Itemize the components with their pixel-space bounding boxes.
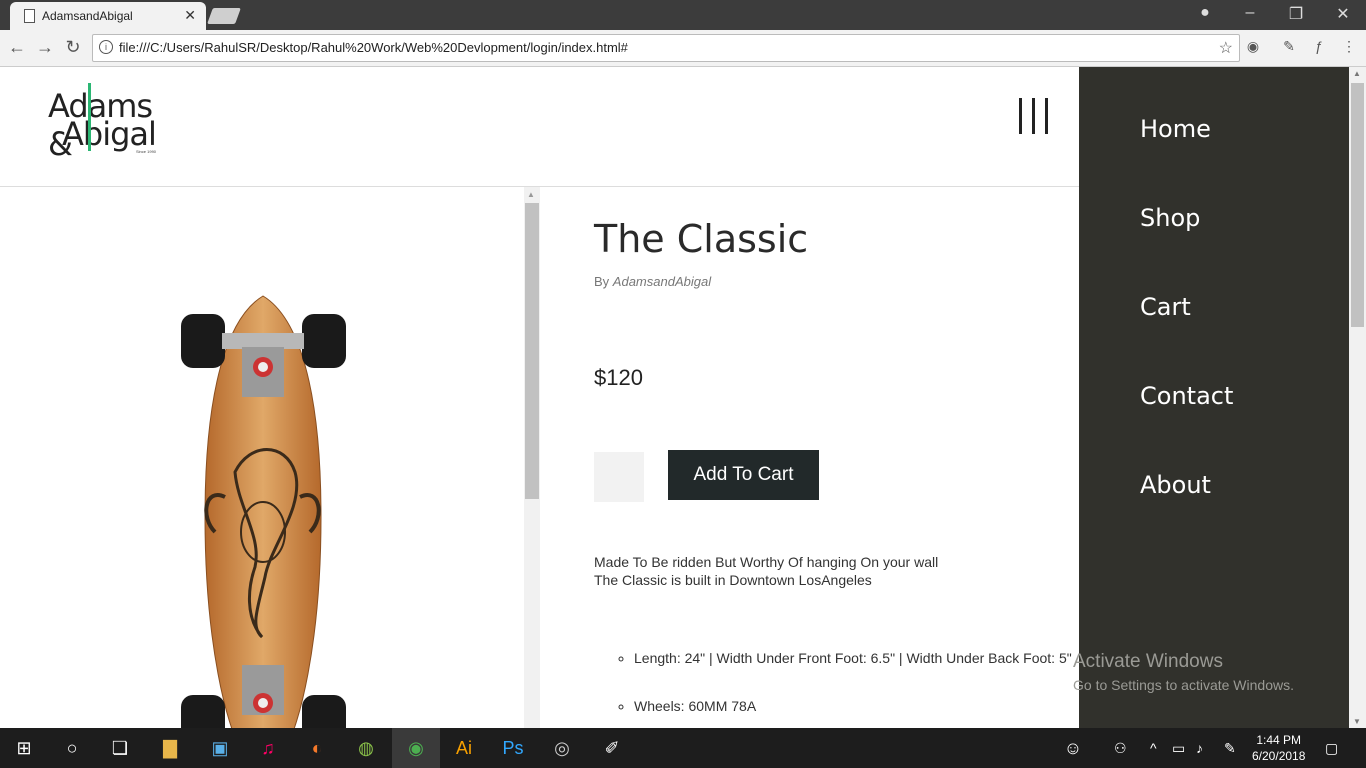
chrome-icon[interactable]: ◉ bbox=[404, 736, 428, 760]
product-byline: By AdamsandAbigal bbox=[594, 274, 711, 289]
new-tab-button[interactable] bbox=[207, 8, 241, 24]
network-icon[interactable]: ▭ bbox=[1172, 740, 1185, 757]
minimize-button[interactable]: – bbox=[1238, 4, 1262, 22]
url-text: file:///C:/Users/RahulSR/Desktop/Rahul%2… bbox=[119, 40, 628, 55]
notifications-icon[interactable]: ▢ bbox=[1325, 740, 1338, 757]
quantity-input[interactable] bbox=[594, 452, 644, 502]
address-bar[interactable]: i file:///C:/Users/RahulSR/Desktop/Rahul… bbox=[92, 34, 1240, 62]
volume-icon[interactable]: ♪ bbox=[1196, 740, 1203, 756]
pen-icon[interactable]: ✎ bbox=[1224, 740, 1236, 757]
spec-item: Wheels: 60MM 78A bbox=[634, 697, 1094, 715]
nav-item-shop[interactable]: Shop bbox=[1140, 204, 1200, 232]
clock-time: 1:44 PM bbox=[1256, 733, 1302, 747]
scroll-up-icon[interactable]: ▲ bbox=[527, 190, 535, 199]
reload-icon[interactable]: ↻ bbox=[62, 37, 84, 58]
browser-toolbar: ← → ↻ i file:///C:/Users/RahulSR/Desktop… bbox=[0, 30, 1366, 67]
spec-list: Length: 24" | Width Under Front Foot: 6.… bbox=[614, 649, 1094, 728]
activation-watermark-text: Go to Settings to activate Windows. bbox=[1073, 677, 1294, 693]
nav-item-contact[interactable]: Contact bbox=[1140, 382, 1233, 410]
back-icon[interactable]: ← bbox=[6, 37, 28, 58]
skateboard-image bbox=[181, 295, 346, 728]
profile-icon[interactable]: ● bbox=[1193, 4, 1217, 22]
browser-titlebar: AdamsandAbigal ✕ ● – ❐ ✕ bbox=[0, 0, 1366, 30]
people-avatar-icon[interactable]: ☺ bbox=[1061, 736, 1085, 760]
product-title: The Classic bbox=[594, 217, 809, 261]
cortana-icon[interactable]: ○ bbox=[60, 736, 84, 760]
photoshop-icon[interactable]: Ps bbox=[501, 736, 525, 760]
nav-item-home[interactable]: Home bbox=[1140, 115, 1211, 143]
page-scrollbar[interactable]: ▲ ▼ bbox=[1349, 67, 1366, 728]
tab-title: AdamsandAbigal bbox=[42, 9, 133, 23]
store-app-icon[interactable]: ▣ bbox=[208, 736, 232, 760]
close-tab-icon[interactable]: ✕ bbox=[184, 7, 196, 24]
browser-tab[interactable]: AdamsandAbigal ✕ bbox=[10, 2, 206, 30]
page-icon bbox=[24, 9, 35, 23]
extension-color-icon[interactable]: ◉ bbox=[1244, 38, 1262, 56]
close-window-button[interactable]: ✕ bbox=[1331, 4, 1355, 24]
logo-line2: Abigal bbox=[62, 115, 157, 153]
chevron-up-icon[interactable]: ^ bbox=[1150, 740, 1157, 756]
activation-watermark-title: Activate Windows bbox=[1073, 651, 1223, 672]
extension-font-icon[interactable]: ƒ bbox=[1310, 38, 1328, 56]
logo-accent-bar bbox=[88, 83, 91, 151]
image-pane-scrollbar[interactable]: ▲ bbox=[524, 187, 540, 728]
android-studio-icon[interactable]: ◍ bbox=[354, 736, 378, 760]
add-to-cart-button[interactable]: Add To Cart bbox=[668, 450, 819, 500]
scroll-down-icon[interactable]: ▼ bbox=[1353, 717, 1361, 726]
extension-eyedropper-icon[interactable]: ✎ bbox=[1280, 38, 1298, 56]
product-image-pane bbox=[0, 187, 524, 728]
brand-name: AdamsandAbigal bbox=[612, 274, 712, 289]
logo-since: Since 1990 bbox=[136, 149, 157, 154]
scrollbar-thumb[interactable] bbox=[525, 203, 539, 499]
scroll-up-icon[interactable]: ▲ bbox=[1353, 69, 1361, 78]
forward-icon[interactable]: → bbox=[34, 37, 56, 58]
info-icon[interactable]: i bbox=[99, 40, 113, 54]
blender-icon[interactable]: ◐ bbox=[305, 736, 329, 760]
product-description: Made To Be ridden But Worthy Of hanging … bbox=[594, 553, 938, 589]
description-line: Made To Be ridden But Worthy Of hanging … bbox=[594, 554, 939, 570]
windows-start-icon[interactable]: ⊞ bbox=[12, 736, 36, 760]
nav-item-cart[interactable]: Cart bbox=[1140, 293, 1191, 321]
menu-kebab-icon[interactable]: ⋮ bbox=[1340, 38, 1358, 56]
spec-item: Length: 24" | Width Under Front Foot: 6.… bbox=[634, 649, 1094, 667]
side-navigation: Home Shop Cart Contact About bbox=[1079, 67, 1349, 728]
system-clock[interactable]: 1:44 PM 6/20/2018 bbox=[1252, 732, 1305, 764]
clock-date: 6/20/2018 bbox=[1252, 749, 1306, 763]
page-viewport: Adams & Abigal Since 1990 ▲ The Classic … bbox=[0, 67, 1366, 728]
site-header: Adams & Abigal Since 1990 bbox=[0, 67, 1079, 187]
site-logo[interactable]: Adams & Abigal Since 1990 bbox=[48, 83, 178, 163]
restore-button[interactable]: ❐ bbox=[1284, 4, 1308, 24]
menu-toggle-icon[interactable] bbox=[1019, 98, 1049, 134]
windows-taskbar: ⊞ ○ ❏ ▇ ▣ ♫ ◐ ◍ ◉ Ai Ps ◎ ✐ ☺ ⚇ ^ ▭ ♪ ✎ … bbox=[0, 728, 1366, 768]
dev-tool-icon[interactable]: ✐ bbox=[600, 736, 624, 760]
scrollbar-thumb[interactable] bbox=[1351, 83, 1364, 327]
file-explorer-icon[interactable]: ▇ bbox=[158, 736, 182, 760]
nav-item-about[interactable]: About bbox=[1140, 471, 1211, 499]
task-view-icon[interactable]: ❏ bbox=[108, 736, 132, 760]
product-price: $120 bbox=[594, 365, 643, 390]
itunes-icon[interactable]: ♫ bbox=[256, 736, 280, 760]
bookmark-star-icon[interactable]: ☆ bbox=[1219, 38, 1233, 58]
illustrator-icon[interactable]: Ai bbox=[452, 736, 476, 760]
description-line: The Classic is built in Downtown LosAnge… bbox=[594, 572, 872, 588]
steam-icon[interactable]: ◎ bbox=[550, 736, 574, 760]
byline-prefix: By bbox=[594, 274, 613, 289]
people-icon[interactable]: ⚇ bbox=[1114, 740, 1127, 757]
